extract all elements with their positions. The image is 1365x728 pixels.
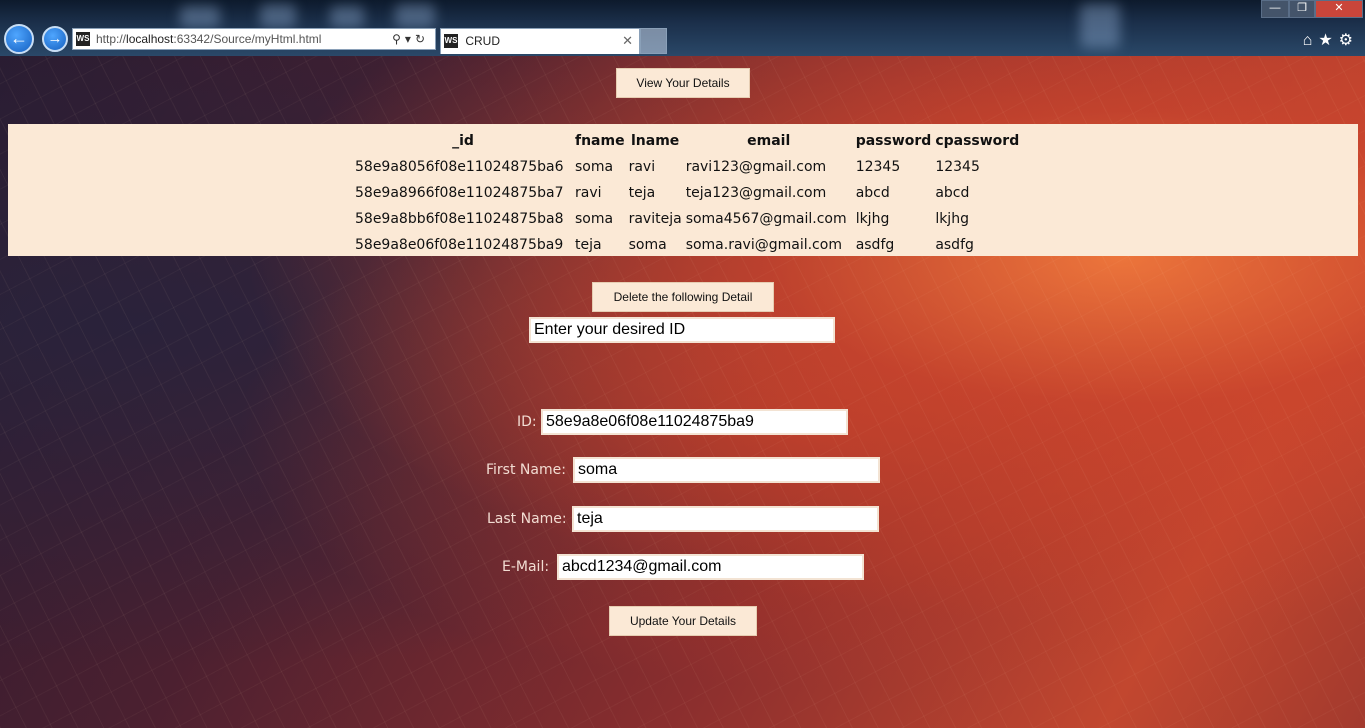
minimize-icon: — — [1269, 2, 1281, 14]
taskbar-blur — [330, 6, 364, 28]
taskbar-blur — [180, 6, 220, 28]
favorites-star-icon[interactable]: ★ — [1318, 32, 1338, 49]
cell-password: lkjhg — [855, 211, 890, 227]
address-tools: ⚲▾↻ — [392, 29, 429, 49]
cell-lname: soma — [628, 237, 667, 253]
browser-chrome: ← → WS http://localhost:63342/Source/myH… — [0, 0, 1365, 56]
settings-gear-icon[interactable]: ⚙ — [1339, 32, 1359, 49]
dropdown-icon[interactable]: ▾ — [405, 32, 415, 46]
cell-lname: ravi — [628, 159, 656, 175]
records-table: _id fname lname email password cpassword… — [353, 128, 1021, 258]
refresh-icon[interactable]: ↻ — [415, 32, 429, 46]
table-row: 58e9a8e06f08e11024875ba9 teja soma soma.… — [353, 232, 1021, 258]
back-arrow-icon: ← — [10, 28, 28, 48]
records-table-panel: _id fname lname email password cpassword… — [8, 124, 1358, 256]
cell-cpassword: asdfg — [935, 237, 974, 253]
table-header-row: _id fname lname email password cpassword — [353, 128, 1021, 154]
header-lname: lname — [630, 133, 680, 149]
delete-id-input[interactable] — [529, 317, 835, 343]
cell-email: ravi123@gmail.com — [685, 159, 827, 175]
cell-password: 12345 — [855, 159, 901, 175]
close-window-button[interactable]: ✕ — [1315, 0, 1363, 18]
id-input[interactable] — [541, 409, 848, 435]
home-icon[interactable]: ⌂ — [1303, 32, 1319, 49]
cell-id: 58e9a8e06f08e11024875ba9 — [355, 237, 564, 253]
url-host: localhost — [126, 32, 174, 46]
cell-lname: teja — [628, 185, 656, 201]
cell-email: teja123@gmail.com — [685, 185, 827, 201]
cell-id: 58e9a8bb6f08e11024875ba8 — [355, 211, 564, 227]
tab-title: CRUD — [465, 34, 501, 48]
cell-password: asdfg — [855, 237, 895, 253]
back-button[interactable]: ← — [4, 24, 34, 54]
delete-detail-button[interactable]: Delete the following Detail — [592, 282, 774, 312]
cell-cpassword: lkjhg — [935, 211, 969, 227]
cell-fname: ravi — [575, 185, 602, 201]
table-row: 58e9a8966f08e11024875ba7 ravi teja teja1… — [353, 180, 1021, 206]
page-content: View Your Details _id fname lname email … — [0, 56, 1365, 728]
header-email: email — [747, 133, 791, 149]
header-password: password — [855, 133, 932, 149]
taskbar-blur — [1080, 4, 1120, 48]
forward-arrow-icon: → — [47, 30, 63, 47]
tab-crud[interactable]: WS CRUD ✕ — [440, 28, 640, 54]
cell-id: 58e9a8966f08e11024875ba7 — [355, 185, 564, 201]
taskbar-blur — [260, 4, 296, 28]
cell-fname: teja — [575, 237, 602, 253]
view-details-button[interactable]: View Your Details — [616, 68, 750, 98]
cell-email: soma.ravi@gmail.com — [685, 237, 842, 253]
header-fname: fname — [575, 133, 625, 149]
search-icon[interactable]: ⚲ — [392, 32, 405, 46]
taskbar-blur — [395, 4, 435, 28]
cell-cpassword: abcd — [935, 185, 970, 201]
address-bar[interactable]: WS http://localhost:63342/Source/myHtml.… — [72, 28, 436, 50]
url-scheme: http:// — [96, 32, 127, 46]
maximize-button[interactable]: ❐ — [1289, 0, 1315, 18]
site-favicon-icon: WS — [76, 32, 90, 46]
close-icon: ✕ — [1334, 2, 1344, 14]
tab-favicon-icon: WS — [444, 34, 458, 48]
id-label: ID: — [517, 414, 537, 430]
cell-cpassword: 12345 — [935, 159, 980, 175]
address-url: http://localhost:63342/Source/myHtml.htm… — [96, 29, 321, 49]
restore-icon: ❐ — [1297, 2, 1307, 14]
email-label: E-Mail: — [502, 559, 550, 575]
forward-button[interactable]: → — [42, 26, 68, 52]
email-input[interactable] — [557, 554, 864, 580]
cell-password: abcd — [855, 185, 890, 201]
first-name-label: First Name: — [486, 462, 566, 478]
cell-fname: soma — [575, 211, 614, 227]
toolbar-icons: ⌂★⚙ — [1303, 30, 1359, 50]
first-name-input[interactable] — [573, 457, 880, 483]
minimize-button[interactable]: — — [1261, 0, 1289, 18]
cell-fname: soma — [575, 159, 614, 175]
url-path: :63342/Source/myHtml.html — [173, 32, 322, 46]
header-id: _id — [452, 133, 474, 149]
update-details-button[interactable]: Update Your Details — [609, 606, 757, 636]
table-row: 58e9a8056f08e11024875ba6 soma ravi ravi1… — [353, 154, 1021, 180]
close-tab-icon[interactable]: ✕ — [622, 29, 633, 53]
cell-lname: raviteja — [628, 211, 682, 227]
cell-id: 58e9a8056f08e11024875ba6 — [355, 159, 564, 175]
table-row: 58e9a8bb6f08e11024875ba8 soma raviteja s… — [353, 206, 1021, 232]
header-cpassword: cpassword — [935, 133, 1020, 149]
cell-email: soma4567@gmail.com — [685, 211, 847, 227]
last-name-label: Last Name: — [487, 511, 567, 527]
new-tab-button[interactable] — [640, 28, 667, 54]
last-name-input[interactable] — [572, 506, 879, 532]
